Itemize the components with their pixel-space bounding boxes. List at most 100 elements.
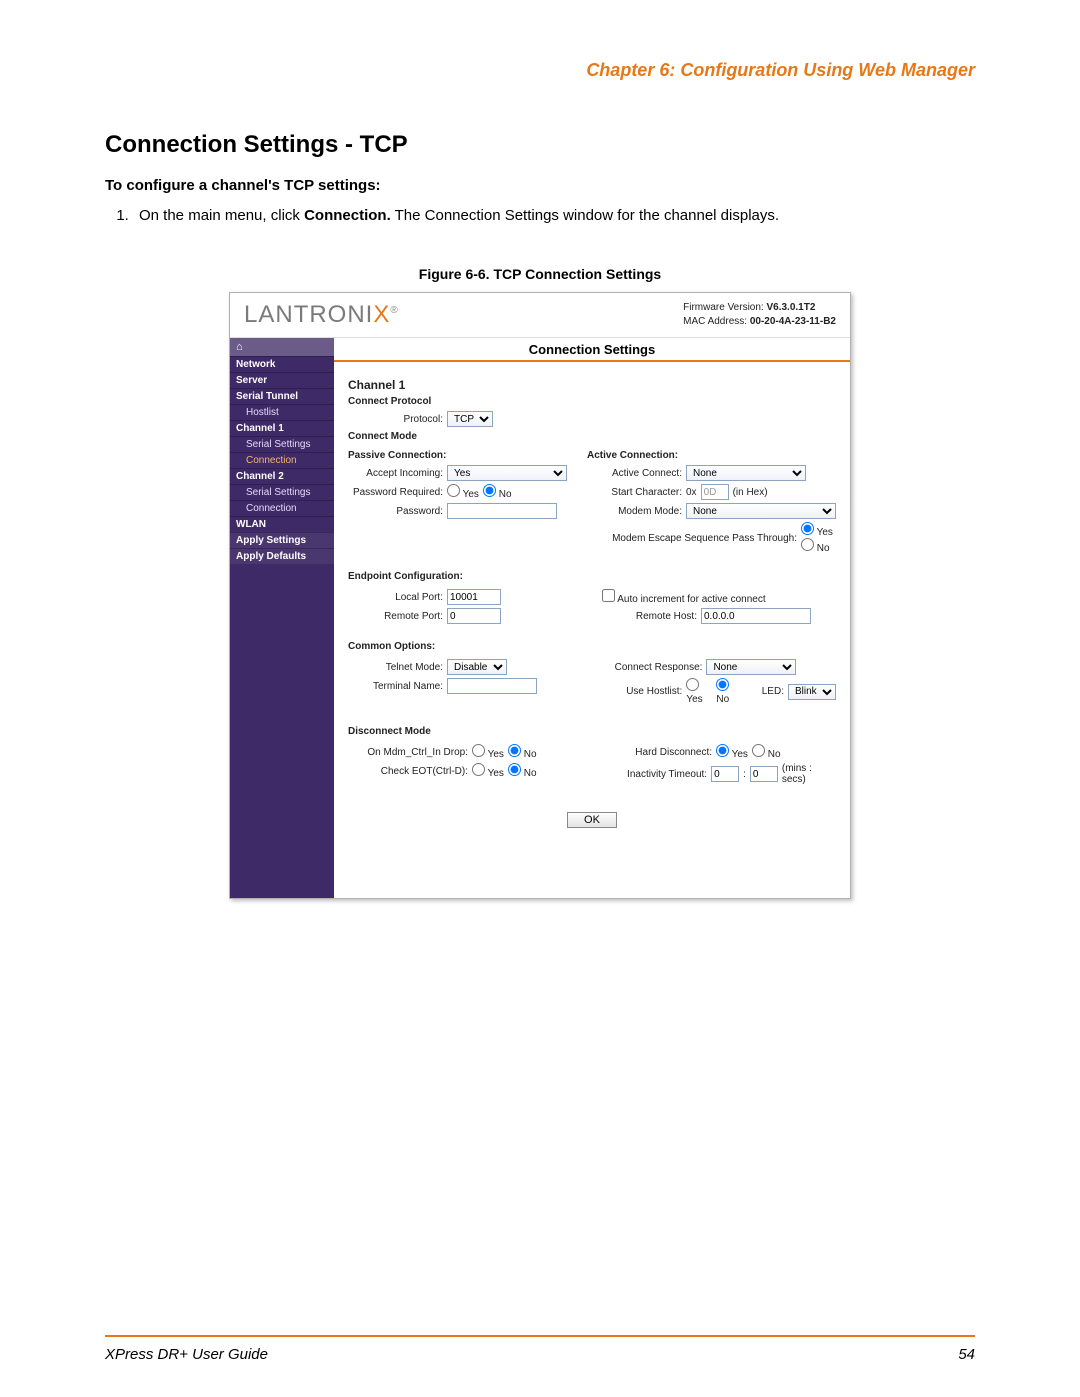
nav-ch2-serial[interactable]: Serial Settings bbox=[230, 484, 334, 500]
figure-caption: Figure 6-6. TCP Connection Settings bbox=[105, 266, 975, 282]
fw-value: V6.3.0.1T2 bbox=[766, 302, 815, 313]
step1-bold: Connection. bbox=[304, 207, 391, 224]
passive-heading: Passive Connection: bbox=[348, 450, 567, 461]
protocol-label: Protocol: bbox=[348, 414, 443, 425]
pwd-req-yes[interactable]: Yes bbox=[447, 484, 479, 500]
active-connect-label: Active Connect: bbox=[587, 468, 682, 479]
endpoint-heading: Endpoint Configuration: bbox=[348, 571, 836, 582]
disconnect-mode-heading: Disconnect Mode bbox=[348, 726, 836, 737]
terminal-name-label: Terminal Name: bbox=[348, 681, 443, 692]
hard-disc-yes[interactable]: Yes bbox=[716, 744, 748, 760]
sidebar: ⌂ Network Server Serial Tunnel Hostlist … bbox=[230, 338, 334, 898]
modem-escape-no[interactable]: No bbox=[801, 543, 830, 554]
led-label: LED: bbox=[762, 686, 784, 697]
common-options-heading: Common Options: bbox=[348, 641, 836, 652]
chapter-header: Chapter 6: Configuration Using Web Manag… bbox=[105, 60, 975, 81]
mins-secs-label: (mins : secs) bbox=[782, 763, 836, 785]
instruction-list: On the main menu, click Connection. The … bbox=[133, 206, 975, 226]
nav-channel1[interactable]: Channel 1 bbox=[230, 420, 334, 436]
modem-mode-label: Modem Mode: bbox=[587, 506, 682, 517]
screenshot-frame: LANTRONIX® Firmware Version: V6.3.0.1T2 … bbox=[229, 292, 851, 899]
remote-port-input[interactable] bbox=[447, 608, 501, 624]
footer-rule bbox=[105, 1335, 975, 1337]
logo-main: LANTRONI bbox=[244, 301, 373, 328]
start-char-prefix: 0x bbox=[686, 487, 697, 498]
connect-protocol-heading: Connect Protocol bbox=[348, 396, 836, 407]
mdm-ctrl-yes[interactable]: Yes bbox=[472, 744, 504, 760]
lantronix-logo: LANTRONIX® bbox=[244, 301, 399, 329]
section-subtitle: To configure a channel's TCP settings: bbox=[105, 177, 975, 194]
use-hostlist-label: Use Hostlist: bbox=[592, 686, 682, 697]
remote-host-label: Remote Host: bbox=[602, 611, 697, 622]
remote-host-input[interactable] bbox=[701, 608, 811, 624]
step1-pre: On the main menu, click bbox=[139, 207, 304, 224]
nav-serial-tunnel[interactable]: Serial Tunnel bbox=[230, 388, 334, 404]
fw-label: Firmware Version: bbox=[683, 302, 764, 313]
connect-response-label: Connect Response: bbox=[592, 662, 702, 673]
protocol-select[interactable]: TCP bbox=[447, 411, 493, 427]
step1-post: The Connection Settings window for the c… bbox=[391, 207, 779, 224]
inactivity-timeout-label: Inactivity Timeout: bbox=[602, 769, 707, 780]
mdm-ctrl-no[interactable]: No bbox=[508, 744, 537, 760]
nav-ch2-connection[interactable]: Connection bbox=[230, 500, 334, 516]
connect-mode-heading: Connect Mode bbox=[348, 431, 836, 442]
ok-button[interactable]: OK bbox=[567, 812, 617, 828]
screenshot-topbar: LANTRONIX® Firmware Version: V6.3.0.1T2 … bbox=[230, 293, 850, 338]
time-colon: : bbox=[743, 769, 746, 780]
hard-disconnect-label: Hard Disconnect: bbox=[602, 747, 712, 758]
password-input[interactable] bbox=[447, 503, 557, 519]
hard-disc-no[interactable]: No bbox=[752, 744, 781, 760]
modem-mode-select[interactable]: None bbox=[686, 503, 836, 519]
start-char-label: Start Character: bbox=[587, 487, 682, 498]
remote-port-label: Remote Port: bbox=[348, 611, 443, 622]
pwd-req-no[interactable]: No bbox=[483, 484, 512, 500]
modem-escape-label: Modem Escape Sequence Pass Through: bbox=[587, 533, 797, 544]
section-title: Connection Settings - TCP bbox=[105, 131, 975, 159]
active-heading: Active Connection: bbox=[587, 450, 836, 461]
local-port-label: Local Port: bbox=[348, 592, 443, 603]
nav-hostlist[interactable]: Hostlist bbox=[230, 404, 334, 420]
led-select[interactable]: Blink bbox=[788, 684, 836, 700]
active-connect-select[interactable]: None bbox=[686, 465, 806, 481]
logo-x: X bbox=[373, 301, 390, 328]
accept-incoming-select[interactable]: Yes bbox=[447, 465, 567, 481]
mac-value: 00-20-4A-23-11-B2 bbox=[750, 316, 836, 327]
local-port-input[interactable] bbox=[447, 589, 501, 605]
nav-ch1-serial[interactable]: Serial Settings bbox=[230, 436, 334, 452]
start-char-input[interactable] bbox=[701, 484, 729, 500]
main-title: Connection Settings bbox=[334, 338, 850, 362]
use-hostlist-yes[interactable]: Yes bbox=[686, 678, 712, 705]
main-panel: Connection Settings Channel 1 Connect Pr… bbox=[334, 338, 850, 898]
password-label: Password: bbox=[348, 506, 443, 517]
channel-heading: Channel 1 bbox=[348, 378, 836, 392]
check-eot-label: Check EOT(Ctrl-D): bbox=[348, 766, 468, 777]
nav-network[interactable]: Network bbox=[230, 356, 334, 372]
footer-page: 54 bbox=[958, 1346, 975, 1363]
telnet-label: Telnet Mode: bbox=[348, 662, 443, 673]
nav-server[interactable]: Server bbox=[230, 372, 334, 388]
nav-apply-settings[interactable]: Apply Settings bbox=[230, 532, 334, 548]
mac-label: MAC Address: bbox=[683, 316, 747, 327]
nav-ch1-connection[interactable]: Connection bbox=[230, 452, 334, 468]
mdm-ctrl-label: On Mdm_Ctrl_In Drop: bbox=[348, 747, 468, 758]
nav-wlan[interactable]: WLAN bbox=[230, 516, 334, 532]
modem-escape-yes[interactable]: Yes bbox=[801, 527, 833, 538]
home-icon[interactable]: ⌂ bbox=[230, 338, 334, 356]
check-eot-no[interactable]: No bbox=[508, 763, 537, 779]
auto-increment-checkbox[interactable]: Auto increment for active connect bbox=[602, 589, 766, 605]
in-hex-label: (in Hex) bbox=[733, 487, 768, 498]
password-required-label: Password Required: bbox=[348, 487, 443, 498]
telnet-select[interactable]: Disable bbox=[447, 659, 507, 675]
footer-guide: XPress DR+ User Guide bbox=[105, 1346, 268, 1363]
logo-reg: ® bbox=[390, 305, 398, 316]
use-hostlist-no[interactable]: No bbox=[716, 678, 739, 705]
connect-response-select[interactable]: None bbox=[706, 659, 796, 675]
instruction-step-1: On the main menu, click Connection. The … bbox=[133, 206, 975, 226]
nav-apply-defaults[interactable]: Apply Defaults bbox=[230, 548, 334, 564]
terminal-name-input[interactable] bbox=[447, 678, 537, 694]
check-eot-yes[interactable]: Yes bbox=[472, 763, 504, 779]
nav-channel2[interactable]: Channel 2 bbox=[230, 468, 334, 484]
inactivity-sec-input[interactable] bbox=[750, 766, 778, 782]
firmware-block: Firmware Version: V6.3.0.1T2 MAC Address… bbox=[683, 301, 836, 329]
inactivity-min-input[interactable] bbox=[711, 766, 739, 782]
